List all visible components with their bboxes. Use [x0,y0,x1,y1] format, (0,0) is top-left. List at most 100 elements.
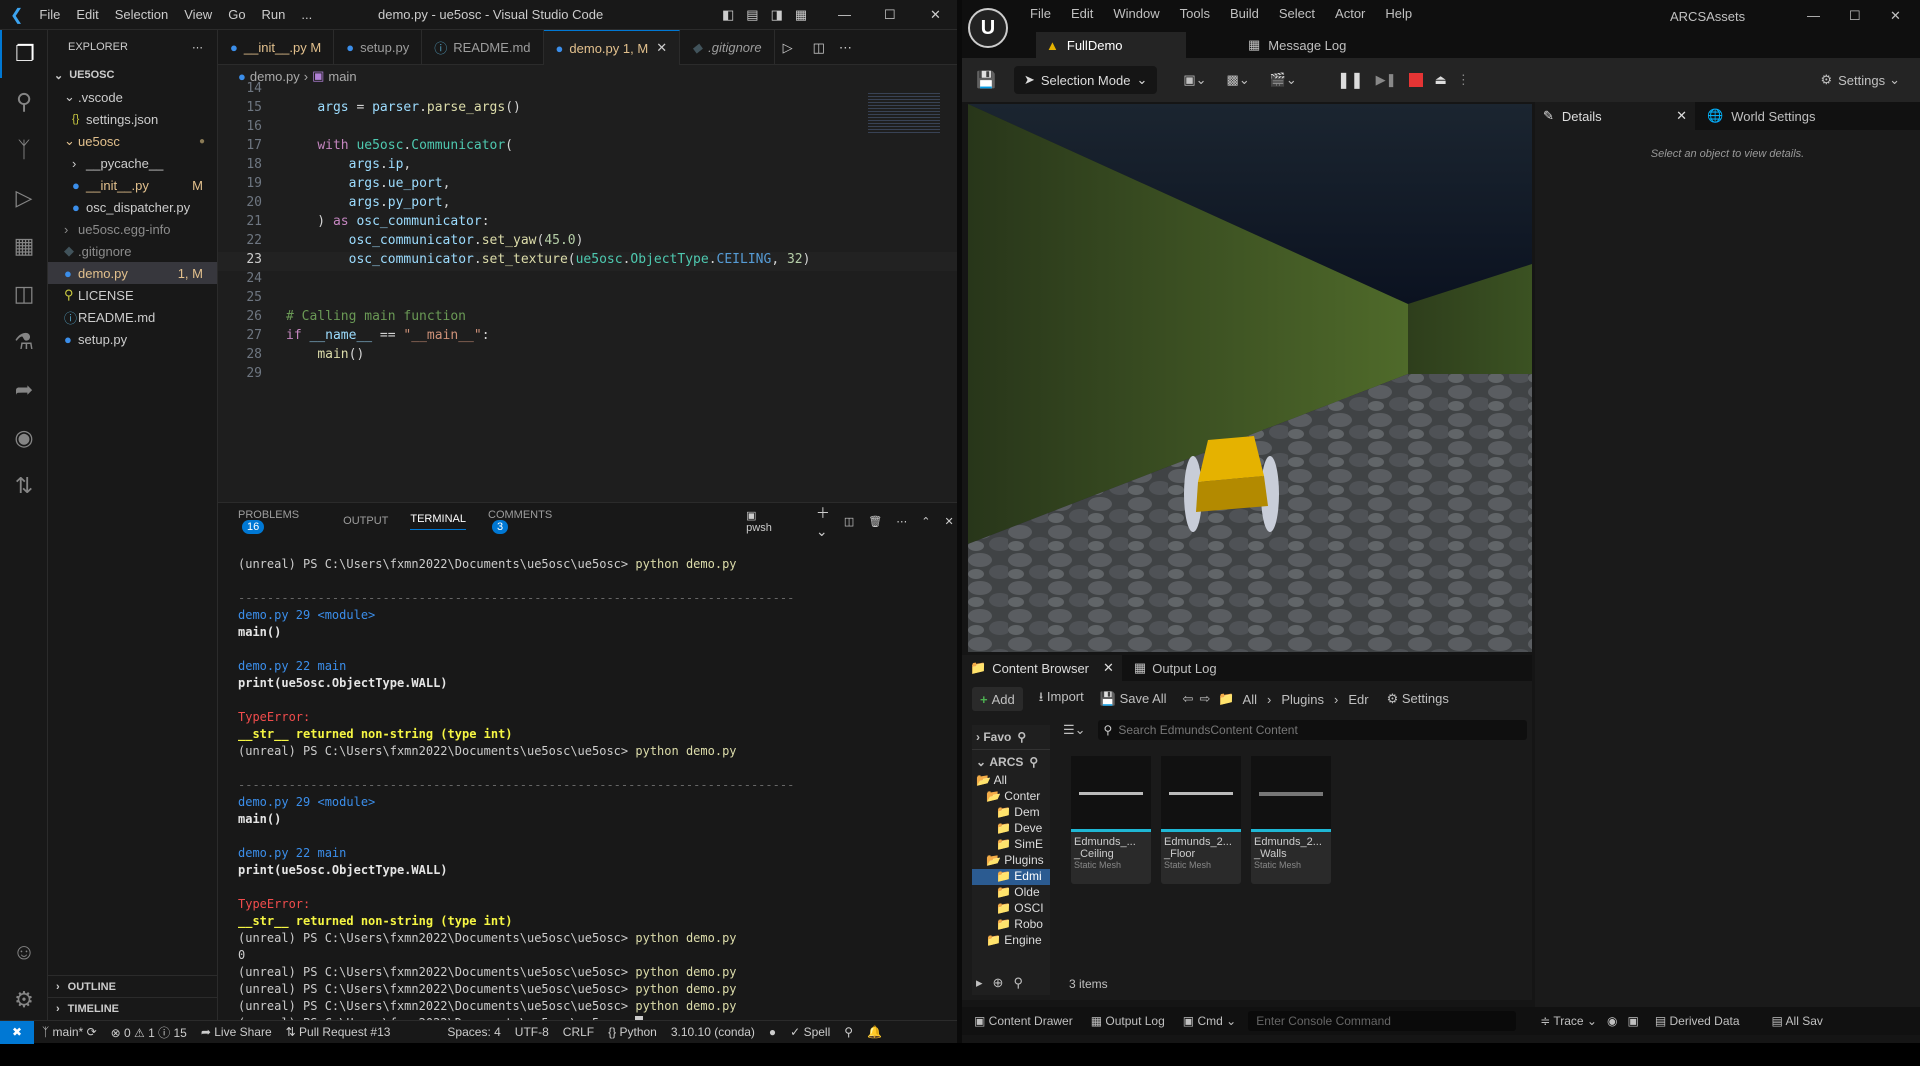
split-terminal-icon[interactable]: ◫ [844,515,854,528]
save-all-button[interactable]: 💾 Save All [1100,691,1167,707]
folder-node[interactable]: 📂 Plugins [972,853,1050,869]
branch-status[interactable]: ᛉ main* ⟳ [42,1025,97,1039]
close-icon[interactable]: ✕ [930,7,941,23]
ue-logo-icon[interactable]: U [968,8,1008,48]
problems-status[interactable]: ⊗ 0 ⚠ 1 ⓘ 15 [111,1024,187,1041]
search-icon[interactable]: ⚲ [1017,730,1026,744]
minimap[interactable] [868,87,940,137]
tree-item[interactable]: ⓘ README.md [48,306,217,328]
ue-message-log-tab[interactable]: ▦ Message Log [1248,32,1346,58]
tab-output[interactable]: OUTPUT [343,515,388,527]
path-plugins[interactable]: Plugins [1281,692,1324,707]
folder-node[interactable]: 📁 Deve [972,821,1050,837]
cmd-dropdown[interactable]: ▣ Cmd ⌄ [1183,1014,1236,1028]
terminal-output[interactable]: (unreal) PS C:\Users\fxmn2022\Documents\… [218,539,957,1066]
ue-menu-actor[interactable]: Actor [1335,6,1365,21]
explorer-icon[interactable]: ❐ [0,30,48,78]
folder-node-selected[interactable]: 📁 Edmi [972,869,1050,885]
interpreter-status[interactable]: 3.10.10 (conda) [671,1025,755,1039]
save-icon[interactable]: 💾 [976,70,996,90]
tab-world-settings[interactable]: 🌐 World Settings [1707,108,1815,124]
github-icon[interactable]: ◉ [0,414,48,462]
cb-settings-button[interactable]: ⚙ Settings [1387,691,1449,707]
tab-details[interactable]: ✎ Details ✕ [1535,102,1695,130]
path-all[interactable]: All [1243,692,1257,707]
run-file-icon[interactable]: ▷ [783,30,793,64]
tab-problems[interactable]: PROBLEMS 16 [238,509,321,534]
new-terminal-icon[interactable]: ＋⌄ [816,503,830,540]
minimize-icon[interactable]: — [838,7,851,22]
derived-data-button[interactable]: ▤ Derived Data [1655,1014,1740,1028]
tree-item[interactable]: › ue5osc.egg-info [48,218,217,240]
notifications-icon[interactable]: 🔔 [867,1025,882,1039]
folder-node[interactable]: 📁 SimE [972,837,1050,853]
tree-item[interactable]: ⌄ ue5osc ● [48,130,217,152]
tree-item[interactable]: {} settings.json [48,108,217,130]
tab-setup[interactable]: ● setup.py [334,30,423,65]
project-section[interactable]: ⌄ ARCS ⚲ [972,749,1050,773]
run-debug-icon[interactable]: ▷ [0,174,48,222]
search-icon[interactable]: ⚲ [1029,755,1038,769]
folder-node[interactable]: 📂 Conter [972,789,1050,805]
manage-gear-icon[interactable]: ⚙ [0,976,48,1024]
tree-root[interactable]: ⌄ UE5OSC [48,64,217,86]
tree-item[interactable]: › __pycache__ [48,152,217,174]
selection-mode-button[interactable]: ➤ Selection Mode ⌄ [1013,66,1158,94]
eol-status[interactable]: CRLF [563,1025,594,1039]
close-panel-icon[interactable]: ✕ [944,515,953,528]
menu-view[interactable]: View [184,7,212,22]
tree-item[interactable]: ⚲ LICENSE [48,284,217,306]
asset-tile[interactable]: Edmunds_2... _Floor Static Mesh [1161,756,1241,884]
folder-node[interactable]: 📁 OSCI [972,901,1050,917]
tab-init[interactable]: ● __init__.py M [218,30,335,65]
close-icon[interactable]: ✕ [1103,660,1114,676]
split-editor-icon[interactable]: ◫ [813,30,825,64]
folder-node[interactable]: 📂 All [972,773,1050,789]
ue-menu-select[interactable]: Select [1279,6,1315,21]
close-icon[interactable]: ✕ [1676,108,1687,124]
forward-icon[interactable]: ⇨ [1199,691,1210,707]
live-share-status[interactable]: ➦ Live Share [201,1025,272,1039]
asset-tile[interactable]: Edmunds_... _Ceiling Static Mesh [1071,756,1151,884]
favorites-section[interactable]: › Favo ⚲ [972,725,1050,749]
add-button[interactable]: + Add [972,687,1023,711]
output-log-button[interactable]: ▦ Output Log [1091,1014,1165,1028]
outline-section[interactable]: › OUTLINE [48,975,218,997]
terminal-shell[interactable]: ▣ pwsh [746,509,794,534]
tree-item[interactable]: ⌄ .vscode [48,86,217,108]
indent-status[interactable]: Spaces: 4 [447,1025,500,1039]
ue-menu-help[interactable]: Help [1385,6,1412,21]
explorer-more-icon[interactable]: ⋯ [192,41,203,54]
back-icon[interactable]: ⇦ [1183,691,1194,707]
stop-icon[interactable] [1408,73,1423,87]
search-icon[interactable]: ⚲ [1013,975,1023,991]
tree-item[interactable]: ● __init__.py M [48,174,217,196]
filter-icon[interactable]: ☰⌄ [1063,722,1086,738]
ue-menu-tools[interactable]: Tools [1180,6,1210,21]
more-actions-icon[interactable]: ⋯ [896,515,907,528]
add-actor-icon[interactable]: ▣⌄ [1183,72,1206,88]
console-input[interactable]: Enter Console Command [1248,1011,1517,1031]
pull-request-status[interactable]: ⇅ Pull Request #13 [286,1025,391,1039]
viewport[interactable] [968,104,1532,652]
tree-item[interactable]: ● demo.py 1, M [48,262,217,284]
close-icon[interactable]: ✕ [656,40,667,56]
copilot-icon[interactable]: ● [769,1025,776,1039]
play-options-icon[interactable]: ⋮ [1457,72,1470,88]
breadcrumb-symbol[interactable]: main [328,69,356,84]
tab-output-log[interactable]: ▦ Output Log [1134,660,1217,676]
ue-minimize-icon[interactable]: — [1807,8,1820,23]
ue-menu-file[interactable]: File [1030,6,1051,21]
asset-tile[interactable]: Edmunds_2... _Walls Static Mesh [1251,756,1331,884]
folder-node[interactable]: 📁 Robo [972,917,1050,933]
ue-menu-window[interactable]: Window [1113,6,1159,21]
menu-selection[interactable]: Selection [115,7,168,22]
more-actions-icon[interactable]: ⋯ [839,30,852,64]
import-button[interactable]: ⭳ Import [1039,688,1084,710]
trace-button[interactable]: ≑ Trace ⌄ [1540,1014,1597,1028]
tab-gitignore[interactable]: ◆ .gitignore [680,30,775,65]
layout-icons[interactable]: ◧▤◨▦ [722,7,819,23]
remote-explorer-icon[interactable]: ◫ [0,270,48,318]
ue-maximize-icon[interactable]: ☐ [1849,8,1861,24]
encoding-status[interactable]: UTF-8 [515,1025,549,1039]
